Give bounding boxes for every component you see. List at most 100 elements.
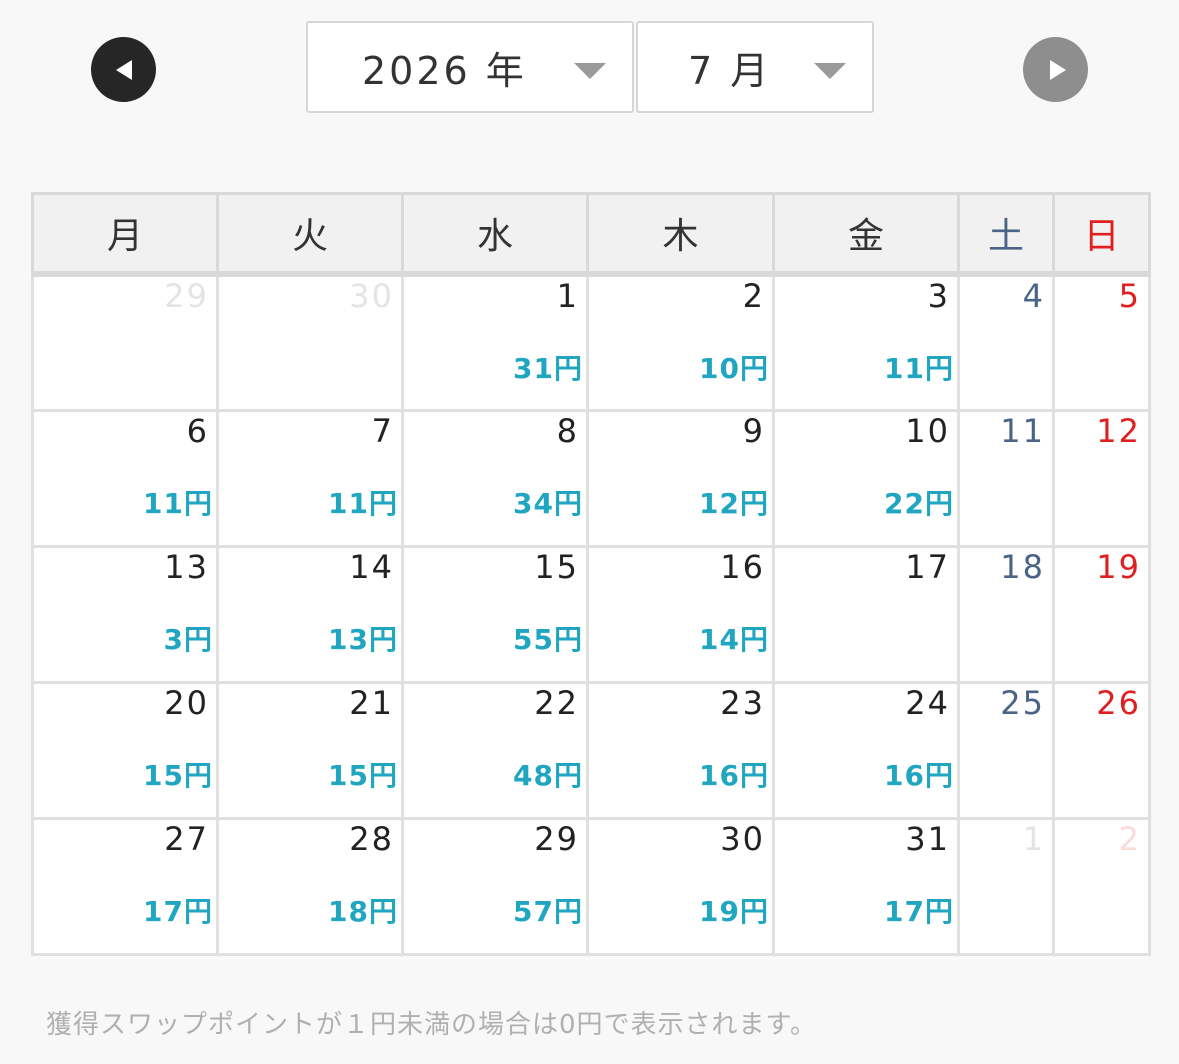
swap-amount: 10円 — [699, 352, 769, 385]
calendar-day-cell[interactable]: 12 — [1052, 408, 1151, 548]
calendar-day-cell[interactable]: 30 19円 — [586, 816, 775, 956]
triangle-left-icon — [115, 59, 132, 80]
swap-amount: 34円 — [513, 486, 583, 520]
day-number: 6 — [186, 411, 209, 450]
swap-amount: 14円 — [699, 622, 769, 656]
day-number: 9 — [742, 411, 765, 450]
calendar-day-cell[interactable]: 29 57円 — [401, 816, 589, 956]
month-select-value: 7 月 — [688, 48, 772, 93]
footnote: 獲得スワップポイントが１円未満の場合は0円で表示されます。 — [46, 1010, 817, 1040]
day-number: 8 — [556, 411, 579, 450]
calendar-day-cell[interactable]: 10 22円 — [772, 408, 960, 548]
day-number: 27 — [164, 819, 209, 858]
calendar-day-cell[interactable]: 28 18円 — [216, 816, 404, 956]
weekday-header-tue: 火 — [216, 192, 404, 277]
swap-amount: 22円 — [884, 486, 954, 520]
calendar-day-cell[interactable]: 1 — [957, 816, 1055, 956]
day-number: 11 — [1000, 411, 1045, 450]
day-number: 18 — [1000, 547, 1045, 586]
year-select[interactable]: 2026 年 — [306, 21, 634, 113]
day-number: 29 — [164, 277, 209, 315]
calendar-day-cell[interactable]: 21 15円 — [216, 680, 404, 820]
weekday-header-wed: 水 — [401, 192, 589, 277]
swap-amount: 3円 — [163, 622, 213, 656]
swap-amount: 15円 — [328, 758, 398, 792]
day-number: 14 — [349, 547, 394, 586]
calendar-day-cell[interactable]: 1 31円 — [401, 272, 589, 412]
day-number: 12 — [1096, 411, 1141, 450]
weekday-header-mon: 月 — [31, 192, 219, 277]
swap-amount: 48円 — [513, 758, 583, 792]
swap-amount: 55円 — [513, 622, 583, 656]
day-number: 19 — [1096, 547, 1141, 586]
weekday-header-sun: 日 — [1052, 192, 1151, 277]
swap-amount: 16円 — [884, 758, 954, 792]
calendar-week-row: 6 11円 7 11円 8 34円 9 12円 10 22円 11 12 — [31, 408, 1151, 548]
swap-amount: 15円 — [143, 758, 213, 792]
calendar-day-cell[interactable]: 26 — [1052, 680, 1151, 820]
calendar-day-cell[interactable]: 19 — [1052, 544, 1151, 684]
prev-month-button[interactable] — [91, 37, 156, 102]
calendar-week-row: 13 3円 14 13円 15 55円 16 14円 17 18 19 — [31, 544, 1151, 684]
calendar-day-cell[interactable]: 8 34円 — [401, 408, 589, 548]
calendar-day-cell[interactable]: 30 — [216, 272, 404, 412]
day-number: 28 — [349, 819, 394, 858]
weekday-header-sat: 土 — [957, 192, 1055, 277]
calendar-day-cell[interactable]: 7 11円 — [216, 408, 404, 548]
calendar-day-cell[interactable]: 9 12円 — [586, 408, 775, 548]
calendar-day-cell[interactable]: 15 55円 — [401, 544, 589, 684]
calendar-week-row: 27 17円 28 18円 29 57円 30 19円 31 17円 1 2 — [31, 816, 1151, 956]
chevron-down-icon — [574, 63, 606, 79]
calendar-day-cell[interactable]: 29 — [31, 272, 219, 412]
calendar-day-cell[interactable]: 14 13円 — [216, 544, 404, 684]
calendar-day-cell[interactable]: 16 14円 — [586, 544, 775, 684]
calendar-week-row: 29 30 1 31円 2 10円 3 11円 4 5 — [31, 272, 1151, 412]
calendar-body: 29 30 1 31円 2 10円 3 11円 4 5 6 11円 7 11円 8 34円 9 12円 10 22円 1… — [31, 272, 1151, 956]
calendar-day-cell[interactable]: 17 — [772, 544, 960, 684]
day-number: 7 — [371, 411, 394, 450]
calendar-day-cell[interactable]: 20 15円 — [31, 680, 219, 820]
calendar-day-cell[interactable]: 22 48円 — [401, 680, 589, 820]
year-select-value: 2026 年 — [362, 48, 527, 93]
calendar-day-cell[interactable]: 11 — [957, 408, 1055, 548]
calendar-day-cell[interactable]: 24 16円 — [772, 680, 960, 820]
month-select[interactable]: 7 月 — [636, 21, 874, 113]
calendar-day-cell[interactable]: 31 17円 — [772, 816, 960, 956]
day-number: 10 — [905, 411, 950, 450]
day-number: 4 — [1022, 277, 1045, 315]
swap-amount: 11円 — [143, 486, 213, 520]
triangle-right-icon — [1049, 59, 1066, 80]
day-number: 5 — [1118, 277, 1141, 315]
swap-amount: 13円 — [328, 622, 398, 656]
day-number: 30 — [720, 819, 765, 858]
day-number: 16 — [720, 547, 765, 586]
calendar-day-cell[interactable]: 6 11円 — [31, 408, 219, 548]
day-number: 29 — [534, 819, 579, 858]
day-number: 13 — [164, 547, 209, 586]
day-number: 15 — [534, 547, 579, 586]
calendar-day-cell[interactable]: 4 — [957, 272, 1055, 412]
day-number: 2 — [742, 277, 765, 315]
calendar-day-cell[interactable]: 5 — [1052, 272, 1151, 412]
swap-amount: 11円 — [884, 352, 954, 385]
weekday-header-row: 月 火 水 木 金 土 日 — [31, 192, 1151, 277]
day-number: 17 — [905, 547, 950, 586]
day-number: 25 — [1000, 683, 1045, 722]
calendar-day-cell[interactable]: 2 10円 — [586, 272, 775, 412]
day-number: 2 — [1118, 819, 1141, 858]
next-month-button[interactable] — [1023, 37, 1088, 102]
calendar-day-cell[interactable]: 18 — [957, 544, 1055, 684]
calendar-day-cell[interactable]: 13 3円 — [31, 544, 219, 684]
day-number: 1 — [1022, 819, 1045, 858]
calendar-day-cell[interactable]: 23 16円 — [586, 680, 775, 820]
calendar-day-cell[interactable]: 3 11円 — [772, 272, 960, 412]
calendar-day-cell[interactable]: 2 — [1052, 816, 1151, 956]
swap-amount: 31円 — [513, 352, 583, 385]
calendar-day-cell[interactable]: 25 — [957, 680, 1055, 820]
swap-amount: 11円 — [328, 486, 398, 520]
weekday-header-fri: 金 — [772, 192, 960, 277]
chevron-down-icon — [814, 63, 846, 79]
swap-amount: 19円 — [699, 894, 769, 928]
day-number: 20 — [164, 683, 209, 722]
calendar-day-cell[interactable]: 27 17円 — [31, 816, 219, 956]
